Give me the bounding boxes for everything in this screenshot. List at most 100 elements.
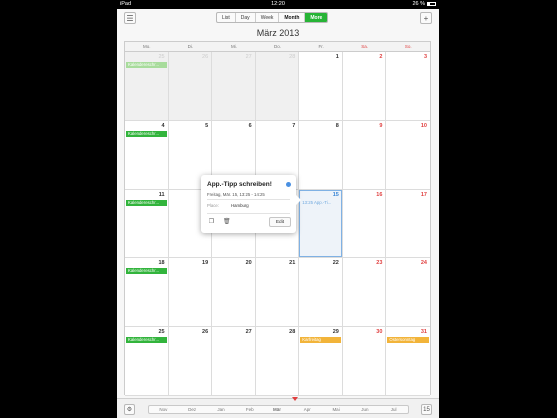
event-chip[interactable]: Ostersonntag <box>387 337 429 344</box>
day-cell[interactable]: 1 <box>299 52 343 121</box>
day-number: 25 <box>158 54 165 60</box>
day-cell[interactable]: 8 <box>299 120 343 190</box>
day-number: 5 <box>205 122 209 129</box>
day-number: 3 <box>423 54 427 60</box>
day-cell[interactable]: 2 <box>342 52 387 121</box>
day-cell[interactable]: 23 <box>342 258 387 328</box>
event-chip[interactable]: Kalendereschr... <box>126 62 167 68</box>
event-chip[interactable]: Karfreitag <box>300 337 341 344</box>
month-strip-item[interactable]: Jun <box>350 406 379 413</box>
weekday-label: Mo. <box>143 44 151 49</box>
view-tab-day[interactable]: Day <box>236 13 256 22</box>
view-tab-month[interactable]: Month <box>279 13 306 22</box>
day-cell[interactable]: 3 <box>386 52 430 121</box>
day-number: 26 <box>202 329 209 336</box>
day-cell[interactable]: 28 <box>255 327 300 396</box>
day-cell[interactable]: 24 <box>386 258 430 328</box>
popover-time: Freitag, Mär. 15, 13:25 - 14:25 <box>207 192 265 197</box>
weekday-label: Di. <box>187 44 194 49</box>
month-strip-item[interactable]: Feb <box>235 406 264 413</box>
day-cell[interactable]: 27 <box>212 327 256 396</box>
day-number: 24 <box>420 260 427 267</box>
event-chip[interactable]: Kalendereschr... <box>126 337 167 344</box>
day-number: 21 <box>289 260 296 267</box>
day-cell[interactable]: 25 Kalendereschr... <box>125 327 169 396</box>
day-cell[interactable]: 19 <box>168 258 213 328</box>
day-number: 19 <box>202 260 209 267</box>
day-number: 16 <box>376 191 383 198</box>
day-number: 2 <box>379 54 383 60</box>
bottom-bar: ⚙ Nov Dez Jan Feb Mär Apr Mai Jun Jul 15 <box>117 397 439 418</box>
day-cell[interactable]: 22 <box>299 258 343 328</box>
month-strip-item[interactable]: Apr <box>293 406 322 413</box>
calendars-list-icon[interactable]: ☰ <box>124 12 136 24</box>
day-number: 31 <box>420 329 427 336</box>
weekday-label: Do. <box>274 44 282 49</box>
day-cell[interactable]: 27 <box>212 52 256 121</box>
weekday-label: Mi. <box>230 44 237 49</box>
day-cell[interactable]: 26 <box>168 327 213 396</box>
day-number: 26 <box>202 54 209 60</box>
trash-icon[interactable]: 🗑 <box>223 219 231 226</box>
month-title: März 2013 <box>256 28 300 38</box>
day-cell[interactable]: 18 Kalendereschr... <box>125 258 169 328</box>
event-chip[interactable]: Kalendereschr... <box>126 268 167 275</box>
month-strip-item[interactable]: Mai <box>322 406 351 413</box>
day-cell[interactable]: 17 <box>386 189 430 259</box>
add-event-button[interactable]: + <box>420 12 432 24</box>
day-number: 10 <box>420 122 427 129</box>
event-chip[interactable]: Kalendereschr... <box>126 199 167 206</box>
popover-title: App.-Tipp schreiben! <box>207 181 272 188</box>
calendar-app: iPad 12:20 26 % ☰ List Day Week Month More +… <box>117 0 439 418</box>
day-cell[interactable]: 4 Kalendereschr... <box>125 120 169 190</box>
day-cell[interactable]: 11 Kalendereschr... <box>125 189 169 259</box>
gear-icon[interactable]: ⚙ <box>124 404 135 415</box>
event-chip[interactable]: Kalendereschr... <box>126 130 167 137</box>
today-button[interactable]: 15 <box>421 404 432 415</box>
month-strip-item[interactable]: Jan <box>207 406 236 413</box>
day-number: 4 <box>161 122 165 129</box>
day-cell[interactable]: 28 <box>255 52 300 121</box>
day-cell[interactable]: 20 <box>212 258 256 328</box>
day-cell[interactable]: 21 <box>255 258 300 328</box>
day-number: 17 <box>420 191 427 198</box>
month-strip-item[interactable]: Mär <box>264 397 299 413</box>
day-cell[interactable]: 26 <box>168 52 213 121</box>
view-switcher: List Day Week Month More <box>216 12 329 23</box>
day-cell[interactable]: 10 <box>386 120 430 190</box>
month-strip-item[interactable]: Dez <box>178 406 207 413</box>
day-number: 18 <box>158 260 165 267</box>
month-strip-item[interactable]: Nov <box>149 406 178 413</box>
day-cell[interactable]: 16 <box>342 189 387 259</box>
day-cell[interactable]: 9 <box>342 120 387 190</box>
popover-divider <box>207 199 290 200</box>
plus-icon: + <box>423 14 429 23</box>
weekday-label: Sa. <box>361 44 369 49</box>
place-value: Hamburg <box>231 203 249 208</box>
current-month-marker <box>292 397 299 406</box>
day-cell[interactable]: 25 Kalendereschr... <box>125 52 169 121</box>
screenshot: iPad 12:20 26 % ☰ List Day Week Month More +… <box>0 0 557 418</box>
duplicate-icon[interactable]: ❐ <box>208 219 215 226</box>
day-number: 22 <box>332 260 339 267</box>
day-cell-today[interactable]: 15 13:25 App.-Ti... <box>299 189 343 259</box>
top-toolbar: ☰ List Day Week Month More + <box>117 9 439 27</box>
day-number: 6 <box>248 122 252 129</box>
day-cell[interactable]: 29 Karfreitag <box>299 327 343 396</box>
status-bar: iPad 12:20 26 % <box>117 0 439 9</box>
day-number: 1 <box>335 54 339 60</box>
calendar-color-dot[interactable] <box>286 182 291 187</box>
view-tab-week[interactable]: Week <box>256 13 280 22</box>
month-strip-item[interactable]: Jul <box>379 406 408 413</box>
day-number: 8 <box>335 122 339 129</box>
view-tab-list[interactable]: List <box>217 13 236 22</box>
day-cell[interactable]: 31 Ostersonntag <box>386 327 430 396</box>
place-label: Place: <box>207 203 219 208</box>
month-strip: Nov Dez Jan Feb Mär Apr Mai Jun Jul <box>148 397 409 414</box>
view-tab-more[interactable]: More <box>305 13 328 22</box>
edit-button[interactable]: Edit <box>269 217 291 227</box>
event-chip[interactable]: 13:25 App.-Ti... <box>300 200 341 206</box>
day-cell[interactable]: 30 <box>342 327 387 396</box>
popover-divider <box>207 213 290 214</box>
month-label: Mär <box>273 407 282 412</box>
